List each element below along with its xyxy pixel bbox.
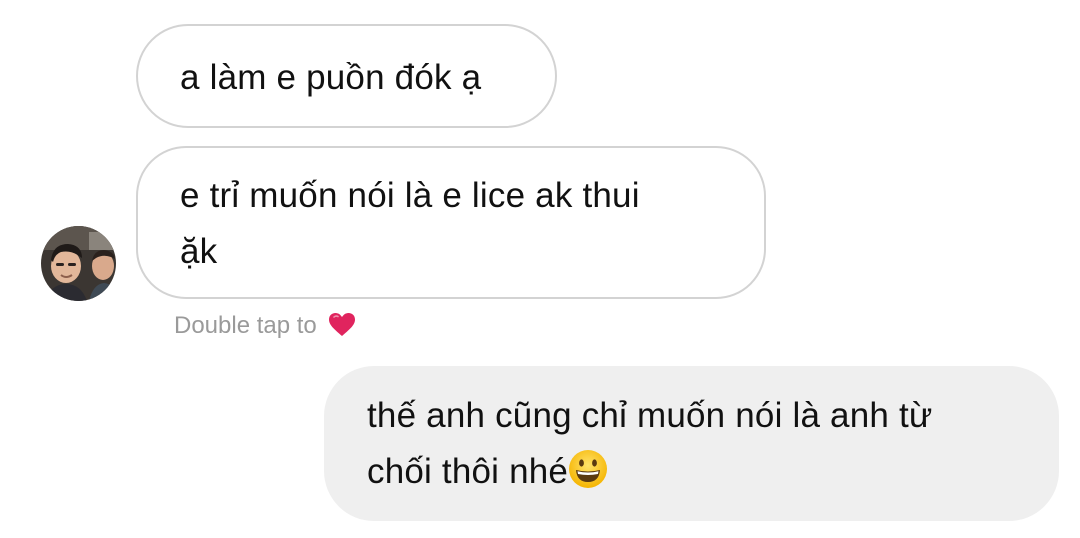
outgoing-message-bubble[interactable]: thế anh cũng chỉ muốn nói là anh từ chối… [324, 366, 1059, 521]
message-text: a làm e puồn đók ạ [180, 58, 482, 97]
incoming-message-bubble[interactable]: a làm e puồn đók ạ [136, 24, 557, 128]
grinning-face-icon [568, 449, 608, 489]
message-text: ặk [180, 232, 218, 271]
red-heart-icon [329, 313, 356, 347]
message-text: chối thôi nhé [367, 452, 569, 491]
message-text: thế anh cũng chỉ muốn nói là anh từ [367, 396, 933, 435]
reaction-hint: Double tap to [174, 309, 356, 347]
message-text: e trỉ muốn nói là e lice ak thui [180, 176, 640, 215]
avatar[interactable] [41, 226, 116, 301]
message-text-line: chối thôi nhé [367, 444, 1019, 500]
incoming-message-bubble[interactable]: e trỉ muốn nói là e lice ak thui ặk [136, 146, 766, 299]
avatar-photo [41, 226, 116, 301]
reaction-hint-text: Double tap to [174, 312, 317, 339]
